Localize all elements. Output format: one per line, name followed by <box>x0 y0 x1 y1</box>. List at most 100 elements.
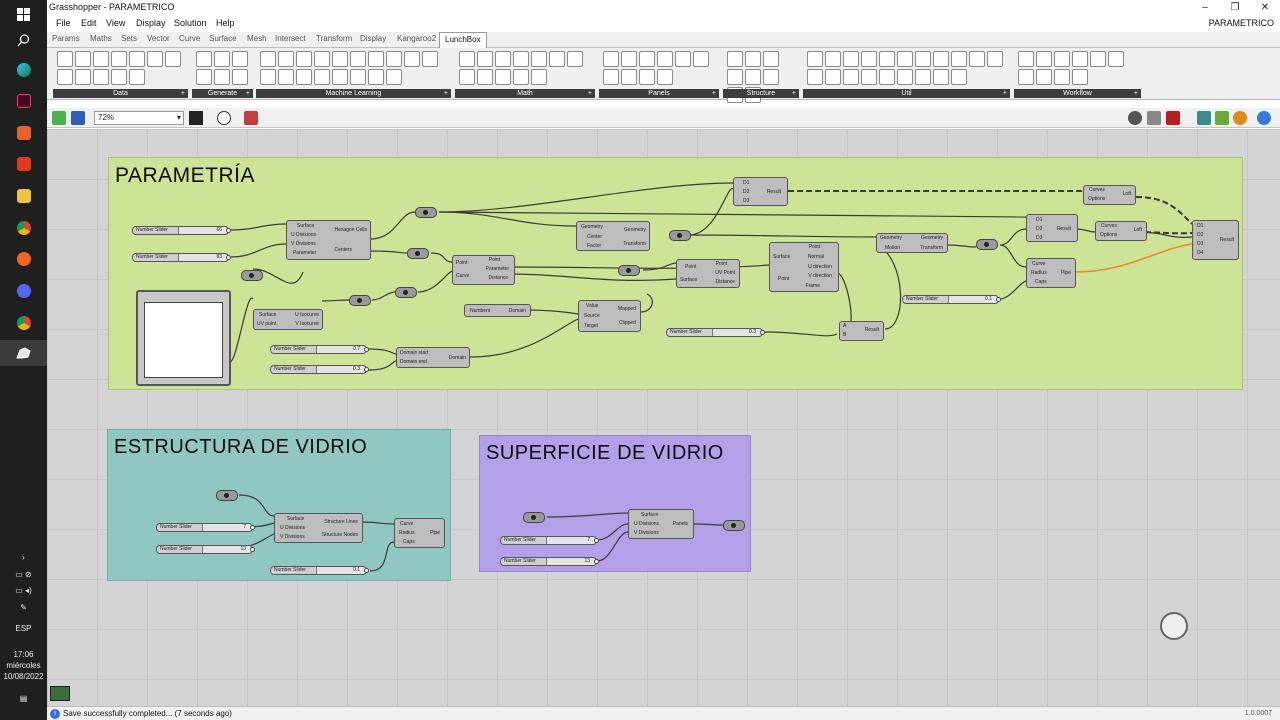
save-icon[interactable] <box>71 111 85 125</box>
volume-icon[interactable]: ▭ ◂) <box>0 586 47 596</box>
tab-maths[interactable]: Maths <box>90 34 112 43</box>
number-slider[interactable]: Number Slider 66 <box>132 226 231 235</box>
app-c-icon[interactable] <box>10 247 37 271</box>
expand-icon[interactable]: + <box>444 89 448 98</box>
close-button[interactable]: ✕ <box>1250 0 1280 16</box>
expand-icon[interactable]: + <box>181 89 185 98</box>
merge-top-component[interactable]: D1 D2 D3 Result <box>733 177 788 206</box>
move-component[interactable]: Geometry Motion Geometry Transform <box>876 233 948 253</box>
scale-component[interactable]: Geometry Center Factor Geometry Transfor… <box>576 221 650 251</box>
menu-help[interactable]: Help <box>216 18 235 28</box>
notifications-icon[interactable]: ▤ <box>0 694 47 704</box>
merge-mid-component[interactable]: D1 D2 D3 Result <box>1026 214 1078 242</box>
display-sphere-icon[interactable] <box>1257 111 1271 125</box>
menu-display[interactable]: Display <box>136 18 166 28</box>
language-indicator[interactable]: ESP <box>0 624 47 634</box>
menu-edit[interactable]: Edit <box>81 18 97 28</box>
multiplication-component[interactable]: A B Result <box>839 321 884 341</box>
expand-icon[interactable]: + <box>712 89 716 98</box>
data-tools[interactable] <box>53 50 188 88</box>
expand-icon[interactable]: + <box>1134 89 1138 98</box>
number-slider[interactable]: Number Slider 13 <box>500 557 599 566</box>
relay-estructura[interactable] <box>216 490 238 501</box>
preview-wireframe-icon[interactable] <box>1128 111 1142 125</box>
maximize-button[interactable]: ❐ <box>1220 0 1250 16</box>
generate-tools[interactable] <box>192 50 253 88</box>
relay-7[interactable] <box>618 265 640 276</box>
relay-4[interactable] <box>349 295 371 306</box>
display-mode-icon[interactable] <box>1197 111 1211 125</box>
chrome-profile-icon[interactable] <box>10 311 37 335</box>
pen-icon[interactable]: ✎ <box>0 603 47 613</box>
loft-top-component[interactable]: Curves Options Loft <box>1083 185 1136 205</box>
number-slider[interactable]: Number Slider 0.1 <box>902 295 1001 304</box>
evaluate-surface-component[interactable]: Surface Point Point Normal U direction V… <box>769 242 839 292</box>
clock-time[interactable]: 17:06 <box>0 650 47 660</box>
curve-closest-point-component[interactable]: Point Curve Point Parameter Distance <box>452 255 515 285</box>
slider-knob[interactable] <box>594 538 599 543</box>
windows-start-icon[interactable] <box>10 2 37 26</box>
chrome-icon[interactable] <box>10 216 37 240</box>
display-orange-icon[interactable] <box>1233 111 1247 125</box>
tab-transform[interactable]: Transform <box>316 34 352 43</box>
panels-component[interactable]: Surface U Divisions V Divisions Panels <box>628 509 694 539</box>
util-tools[interactable] <box>803 50 1010 88</box>
preview-shaded-icon[interactable] <box>1147 111 1161 125</box>
tab-surface[interactable]: Surface <box>209 34 237 43</box>
hexagon-cells-component[interactable]: Surface U Divisions V Divisions Paramete… <box>286 220 371 260</box>
tab-display[interactable]: Display <box>360 34 386 43</box>
grasshopper-canvas[interactable]: PARAMETRÍA ESTRUCTURA DE VIDRIO SUPERFIC… <box>47 129 1280 706</box>
open-file-icon[interactable] <box>52 111 66 125</box>
tab-vector[interactable]: Vector <box>147 34 170 43</box>
slider-knob[interactable] <box>226 228 231 233</box>
number-slider[interactable]: Number Slider 0.7 <box>270 345 369 354</box>
expand-icon[interactable]: + <box>246 89 250 98</box>
relay-1[interactable] <box>415 207 437 218</box>
slider-knob[interactable] <box>760 330 765 335</box>
zoom-extents-icon[interactable] <box>189 111 203 125</box>
number-slider[interactable]: Number Slider 7 <box>156 523 255 532</box>
expand-icon[interactable]: + <box>1003 89 1007 98</box>
structure-tools[interactable] <box>723 50 799 103</box>
office-icon[interactable] <box>10 152 37 176</box>
relay-superficie-out[interactable] <box>723 520 745 531</box>
loft-mid-component[interactable]: Curves Options Loft <box>1095 221 1147 241</box>
bounds-component[interactable]: Numbers Domain <box>464 304 531 317</box>
pipe-component[interactable]: Curve Radius Caps Pipe <box>1026 258 1076 288</box>
slider-knob[interactable] <box>364 347 369 352</box>
relay-5[interactable] <box>395 287 417 298</box>
math-tools[interactable] <box>455 50 595 88</box>
discord-icon[interactable] <box>10 279 37 303</box>
tab-curve[interactable]: Curve <box>179 34 200 43</box>
file-explorer-icon[interactable] <box>10 184 37 208</box>
menu-file[interactable]: File <box>56 18 71 28</box>
number-slider[interactable]: Number Slider 0.1 <box>270 566 369 575</box>
canvas-navigation-compass[interactable] <box>1160 612 1188 640</box>
slider-knob[interactable] <box>594 559 599 564</box>
network-icon[interactable]: ▭ ⊘ <box>0 570 47 580</box>
search-icon[interactable] <box>10 28 37 52</box>
number-slider[interactable]: Number Slider 13 <box>156 545 255 554</box>
slider-knob[interactable] <box>226 255 231 260</box>
display-color-icon[interactable] <box>1215 111 1229 125</box>
preview-eye-icon[interactable] <box>217 111 231 125</box>
workflow-tools[interactable] <box>1014 50 1141 88</box>
merge-final-component[interactable]: D1 D2 D3 D4 Result <box>1192 220 1239 260</box>
preview-selected-icon[interactable] <box>1166 111 1180 125</box>
app-orange-icon[interactable] <box>10 121 37 145</box>
sketch-pen-icon[interactable] <box>244 111 258 125</box>
remap-numbers-component[interactable]: Value Source Target Mapped Clipped <box>578 300 641 332</box>
number-slider[interactable]: Number Slider 0.3 <box>270 365 369 374</box>
machine-learning-tools[interactable] <box>256 50 451 88</box>
edge-browser-icon[interactable] <box>10 58 37 82</box>
graph-mapper[interactable] <box>136 290 231 386</box>
tab-intersect[interactable]: Intersect <box>275 34 306 43</box>
pipe-estructura-component[interactable]: Curve Radius Caps Pipe <box>394 518 445 548</box>
relay-6[interactable] <box>669 230 691 241</box>
slider-knob[interactable] <box>364 367 369 372</box>
number-slider[interactable]: Number Slider 83 <box>132 253 231 262</box>
menu-solution[interactable]: Solution <box>174 18 207 28</box>
show-hidden-icons[interactable]: › <box>0 553 47 563</box>
relay-superficie-in[interactable] <box>523 512 545 523</box>
panels-tools[interactable] <box>599 50 719 88</box>
